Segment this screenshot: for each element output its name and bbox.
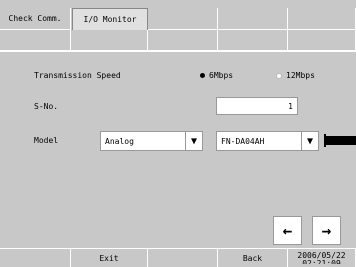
tab-row2-2 [71, 30, 148, 51]
tab-row2-1 [0, 30, 71, 51]
transmission-speed-label: Transmission Speed [34, 71, 121, 80]
chevron-down-icon[interactable]: ▼ [301, 132, 318, 150]
date-text: 2006/05/22 [297, 251, 346, 260]
time-text: 02:21:09 [302, 260, 341, 264]
s-no-value: 1 [288, 101, 293, 111]
black-bar [326, 136, 356, 145]
exit-button[interactable]: Exit [71, 248, 148, 267]
tab-empty-4 [218, 8, 288, 30]
tab-io-monitor[interactable]: I/O Monitor [72, 8, 148, 30]
right-arrow-icon[interactable]: → [312, 216, 341, 245]
model-label: Model [34, 136, 59, 145]
radio-selected-icon [200, 73, 205, 78]
tab-check-comm[interactable]: Check Comm. [0, 8, 71, 30]
footer-empty-1 [0, 248, 71, 267]
speed-12mbps-label: 12Mbps [286, 71, 315, 80]
model-type-value: Analog [105, 136, 134, 146]
speed-radio-12mbps[interactable]: 12Mbps [276, 71, 315, 80]
tab-empty-3 [148, 8, 218, 30]
datetime-display: 2006/05/22 02:21:09 [288, 248, 356, 267]
tab-empty-5 [288, 8, 356, 30]
speed-6mbps-label: 6Mbps [209, 71, 234, 80]
model-type-dropdown[interactable]: Analog ▼ [100, 131, 203, 151]
radio-unselected-icon [276, 72, 282, 79]
black-bar-marker [324, 134, 326, 147]
footer-empty-3 [148, 248, 218, 267]
tab-row2-3 [148, 30, 218, 51]
speed-radio-6mbps[interactable]: 6Mbps [200, 71, 233, 80]
s-no-label: S-No. [34, 102, 59, 111]
left-arrow-icon[interactable]: ← [273, 216, 302, 245]
model-name-value: FN-DA04AH [221, 136, 265, 146]
chevron-down-icon[interactable]: ▼ [185, 132, 202, 150]
tab-row2-4 [218, 30, 288, 51]
model-name-dropdown[interactable]: FN-DA04AH ▼ [216, 131, 319, 151]
tab-row2-5 [288, 30, 356, 51]
back-button[interactable]: Back [218, 248, 288, 267]
s-no-field[interactable]: 1 [216, 97, 298, 115]
